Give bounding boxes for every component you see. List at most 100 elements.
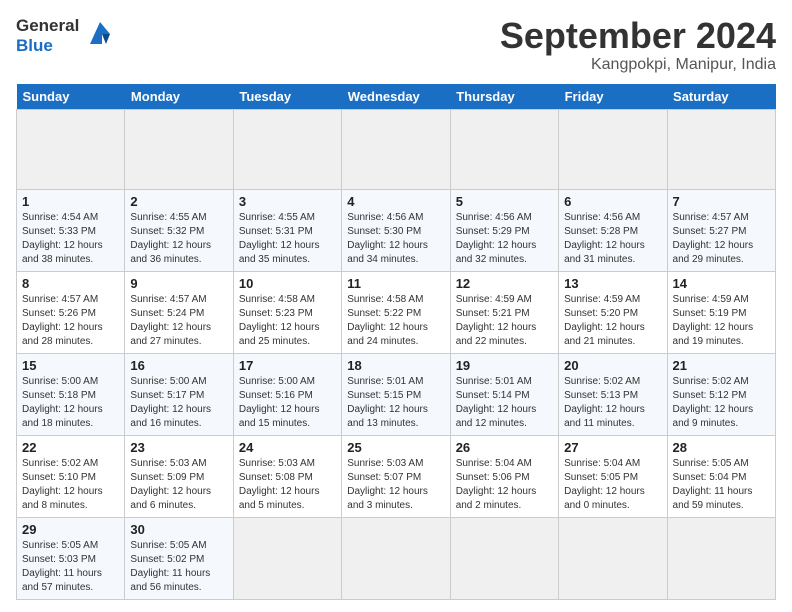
- day-number: 22: [22, 440, 119, 455]
- col-tuesday: Tuesday: [233, 84, 341, 110]
- day-info: Sunrise: 5:03 AM Sunset: 5:08 PM Dayligh…: [239, 457, 336, 513]
- logo-text-general: General: [16, 16, 79, 36]
- calendar: Sunday Monday Tuesday Wednesday Thursday…: [16, 84, 776, 600]
- calendar-cell: [125, 109, 233, 189]
- calendar-cell: [450, 109, 558, 189]
- day-number: 23: [130, 440, 227, 455]
- calendar-cell: 26 Sunrise: 5:04 AM Sunset: 5:06 PM Dayl…: [450, 435, 558, 517]
- day-info: Sunrise: 4:56 AM Sunset: 5:30 PM Dayligh…: [347, 211, 444, 267]
- calendar-cell: 3 Sunrise: 4:55 AM Sunset: 5:31 PM Dayli…: [233, 189, 341, 271]
- day-info: Sunrise: 5:00 AM Sunset: 5:17 PM Dayligh…: [130, 375, 227, 431]
- calendar-cell: 25 Sunrise: 5:03 AM Sunset: 5:07 PM Dayl…: [342, 435, 450, 517]
- calendar-cell: [450, 517, 558, 599]
- day-info: Sunrise: 5:02 AM Sunset: 5:12 PM Dayligh…: [673, 375, 770, 431]
- day-number: 20: [564, 358, 661, 373]
- calendar-cell: [342, 517, 450, 599]
- week-row-1: [17, 109, 776, 189]
- col-sunday: Sunday: [17, 84, 125, 110]
- day-number: 3: [239, 194, 336, 209]
- calendar-cell: 28 Sunrise: 5:05 AM Sunset: 5:04 PM Dayl…: [667, 435, 775, 517]
- day-number: 13: [564, 276, 661, 291]
- calendar-cell: [559, 517, 667, 599]
- calendar-cell: [667, 109, 775, 189]
- calendar-cell: [667, 517, 775, 599]
- day-info: Sunrise: 4:57 AM Sunset: 5:27 PM Dayligh…: [673, 211, 770, 267]
- day-info: Sunrise: 5:03 AM Sunset: 5:09 PM Dayligh…: [130, 457, 227, 513]
- day-number: 9: [130, 276, 227, 291]
- location: Kangpokpi, Manipur, India: [500, 56, 776, 74]
- day-info: Sunrise: 5:05 AM Sunset: 5:04 PM Dayligh…: [673, 457, 770, 513]
- calendar-cell: 19 Sunrise: 5:01 AM Sunset: 5:14 PM Dayl…: [450, 353, 558, 435]
- calendar-cell: 5 Sunrise: 4:56 AM Sunset: 5:29 PM Dayli…: [450, 189, 558, 271]
- calendar-cell: 9 Sunrise: 4:57 AM Sunset: 5:24 PM Dayli…: [125, 271, 233, 353]
- day-info: Sunrise: 4:57 AM Sunset: 5:24 PM Dayligh…: [130, 293, 227, 349]
- calendar-cell: 16 Sunrise: 5:00 AM Sunset: 5:17 PM Dayl…: [125, 353, 233, 435]
- logo: General Blue: [16, 16, 118, 55]
- calendar-cell: 1 Sunrise: 4:54 AM Sunset: 5:33 PM Dayli…: [17, 189, 125, 271]
- day-number: 17: [239, 358, 336, 373]
- calendar-cell: 4 Sunrise: 4:56 AM Sunset: 5:30 PM Dayli…: [342, 189, 450, 271]
- calendar-cell: 7 Sunrise: 4:57 AM Sunset: 5:27 PM Dayli…: [667, 189, 775, 271]
- calendar-cell: [342, 109, 450, 189]
- day-info: Sunrise: 4:58 AM Sunset: 5:23 PM Dayligh…: [239, 293, 336, 349]
- day-info: Sunrise: 5:01 AM Sunset: 5:14 PM Dayligh…: [456, 375, 553, 431]
- day-info: Sunrise: 4:57 AM Sunset: 5:26 PM Dayligh…: [22, 293, 119, 349]
- calendar-cell: 24 Sunrise: 5:03 AM Sunset: 5:08 PM Dayl…: [233, 435, 341, 517]
- day-number: 2: [130, 194, 227, 209]
- calendar-cell: [233, 109, 341, 189]
- day-number: 7: [673, 194, 770, 209]
- day-info: Sunrise: 5:01 AM Sunset: 5:15 PM Dayligh…: [347, 375, 444, 431]
- calendar-cell: 15 Sunrise: 5:00 AM Sunset: 5:18 PM Dayl…: [17, 353, 125, 435]
- day-number: 8: [22, 276, 119, 291]
- day-info: Sunrise: 4:59 AM Sunset: 5:19 PM Dayligh…: [673, 293, 770, 349]
- calendar-cell: 30 Sunrise: 5:05 AM Sunset: 5:02 PM Dayl…: [125, 517, 233, 599]
- day-number: 19: [456, 358, 553, 373]
- week-row-2: 1 Sunrise: 4:54 AM Sunset: 5:33 PM Dayli…: [17, 189, 776, 271]
- day-number: 6: [564, 194, 661, 209]
- calendar-cell: 29 Sunrise: 5:05 AM Sunset: 5:03 PM Dayl…: [17, 517, 125, 599]
- header: General Blue September 2024 Kangpokpi, M…: [16, 16, 776, 74]
- week-row-5: 22 Sunrise: 5:02 AM Sunset: 5:10 PM Dayl…: [17, 435, 776, 517]
- calendar-cell: [17, 109, 125, 189]
- page-container: General Blue September 2024 Kangpokpi, M…: [0, 0, 792, 608]
- day-number: 10: [239, 276, 336, 291]
- logo-text-blue: Blue: [16, 36, 79, 56]
- week-row-6: 29 Sunrise: 5:05 AM Sunset: 5:03 PM Dayl…: [17, 517, 776, 599]
- calendar-cell: 12 Sunrise: 4:59 AM Sunset: 5:21 PM Dayl…: [450, 271, 558, 353]
- calendar-cell: 11 Sunrise: 4:58 AM Sunset: 5:22 PM Dayl…: [342, 271, 450, 353]
- day-number: 16: [130, 358, 227, 373]
- day-info: Sunrise: 5:05 AM Sunset: 5:02 PM Dayligh…: [130, 539, 227, 595]
- calendar-cell: 17 Sunrise: 5:00 AM Sunset: 5:16 PM Dayl…: [233, 353, 341, 435]
- calendar-cell: 13 Sunrise: 4:59 AM Sunset: 5:20 PM Dayl…: [559, 271, 667, 353]
- calendar-cell: 18 Sunrise: 5:01 AM Sunset: 5:15 PM Dayl…: [342, 353, 450, 435]
- day-info: Sunrise: 5:03 AM Sunset: 5:07 PM Dayligh…: [347, 457, 444, 513]
- calendar-cell: 27 Sunrise: 5:04 AM Sunset: 5:05 PM Dayl…: [559, 435, 667, 517]
- day-number: 12: [456, 276, 553, 291]
- calendar-cell: 23 Sunrise: 5:03 AM Sunset: 5:09 PM Dayl…: [125, 435, 233, 517]
- calendar-cell: [233, 517, 341, 599]
- day-info: Sunrise: 4:55 AM Sunset: 5:32 PM Dayligh…: [130, 211, 227, 267]
- day-info: Sunrise: 5:04 AM Sunset: 5:06 PM Dayligh…: [456, 457, 553, 513]
- day-number: 18: [347, 358, 444, 373]
- day-number: 28: [673, 440, 770, 455]
- week-row-3: 8 Sunrise: 4:57 AM Sunset: 5:26 PM Dayli…: [17, 271, 776, 353]
- day-number: 11: [347, 276, 444, 291]
- col-monday: Monday: [125, 84, 233, 110]
- day-number: 15: [22, 358, 119, 373]
- day-number: 5: [456, 194, 553, 209]
- month-title: September 2024: [500, 16, 776, 56]
- day-info: Sunrise: 5:00 AM Sunset: 5:16 PM Dayligh…: [239, 375, 336, 431]
- day-info: Sunrise: 4:59 AM Sunset: 5:21 PM Dayligh…: [456, 293, 553, 349]
- day-number: 21: [673, 358, 770, 373]
- calendar-cell: [559, 109, 667, 189]
- day-number: 29: [22, 522, 119, 537]
- day-number: 4: [347, 194, 444, 209]
- calendar-cell: 8 Sunrise: 4:57 AM Sunset: 5:26 PM Dayli…: [17, 271, 125, 353]
- calendar-cell: 2 Sunrise: 4:55 AM Sunset: 5:32 PM Dayli…: [125, 189, 233, 271]
- day-info: Sunrise: 5:04 AM Sunset: 5:05 PM Dayligh…: [564, 457, 661, 513]
- day-number: 30: [130, 522, 227, 537]
- day-number: 1: [22, 194, 119, 209]
- week-row-4: 15 Sunrise: 5:00 AM Sunset: 5:18 PM Dayl…: [17, 353, 776, 435]
- day-info: Sunrise: 4:59 AM Sunset: 5:20 PM Dayligh…: [564, 293, 661, 349]
- col-wednesday: Wednesday: [342, 84, 450, 110]
